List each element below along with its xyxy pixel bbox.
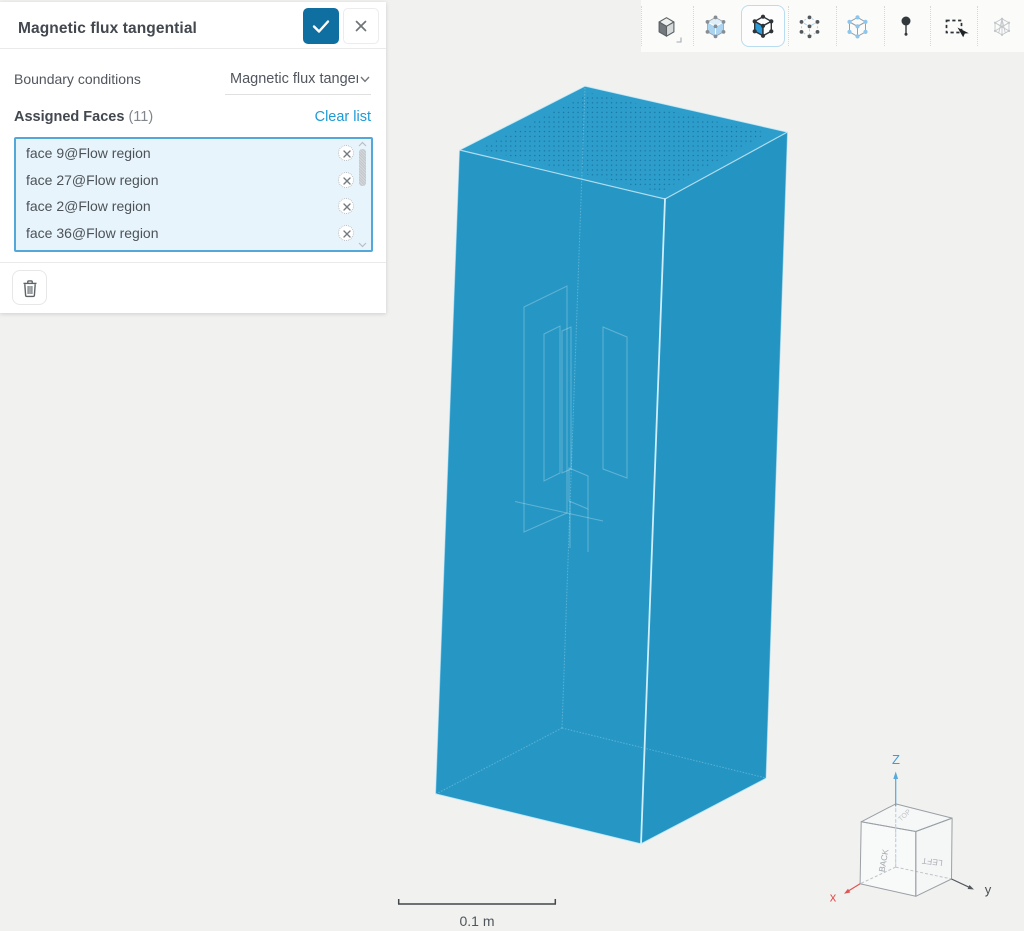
svg-text:x: x (830, 890, 837, 905)
svg-text:Z: Z (892, 752, 900, 767)
svg-text:y: y (985, 882, 992, 897)
svg-text:0.1 m: 0.1 m (459, 913, 494, 929)
